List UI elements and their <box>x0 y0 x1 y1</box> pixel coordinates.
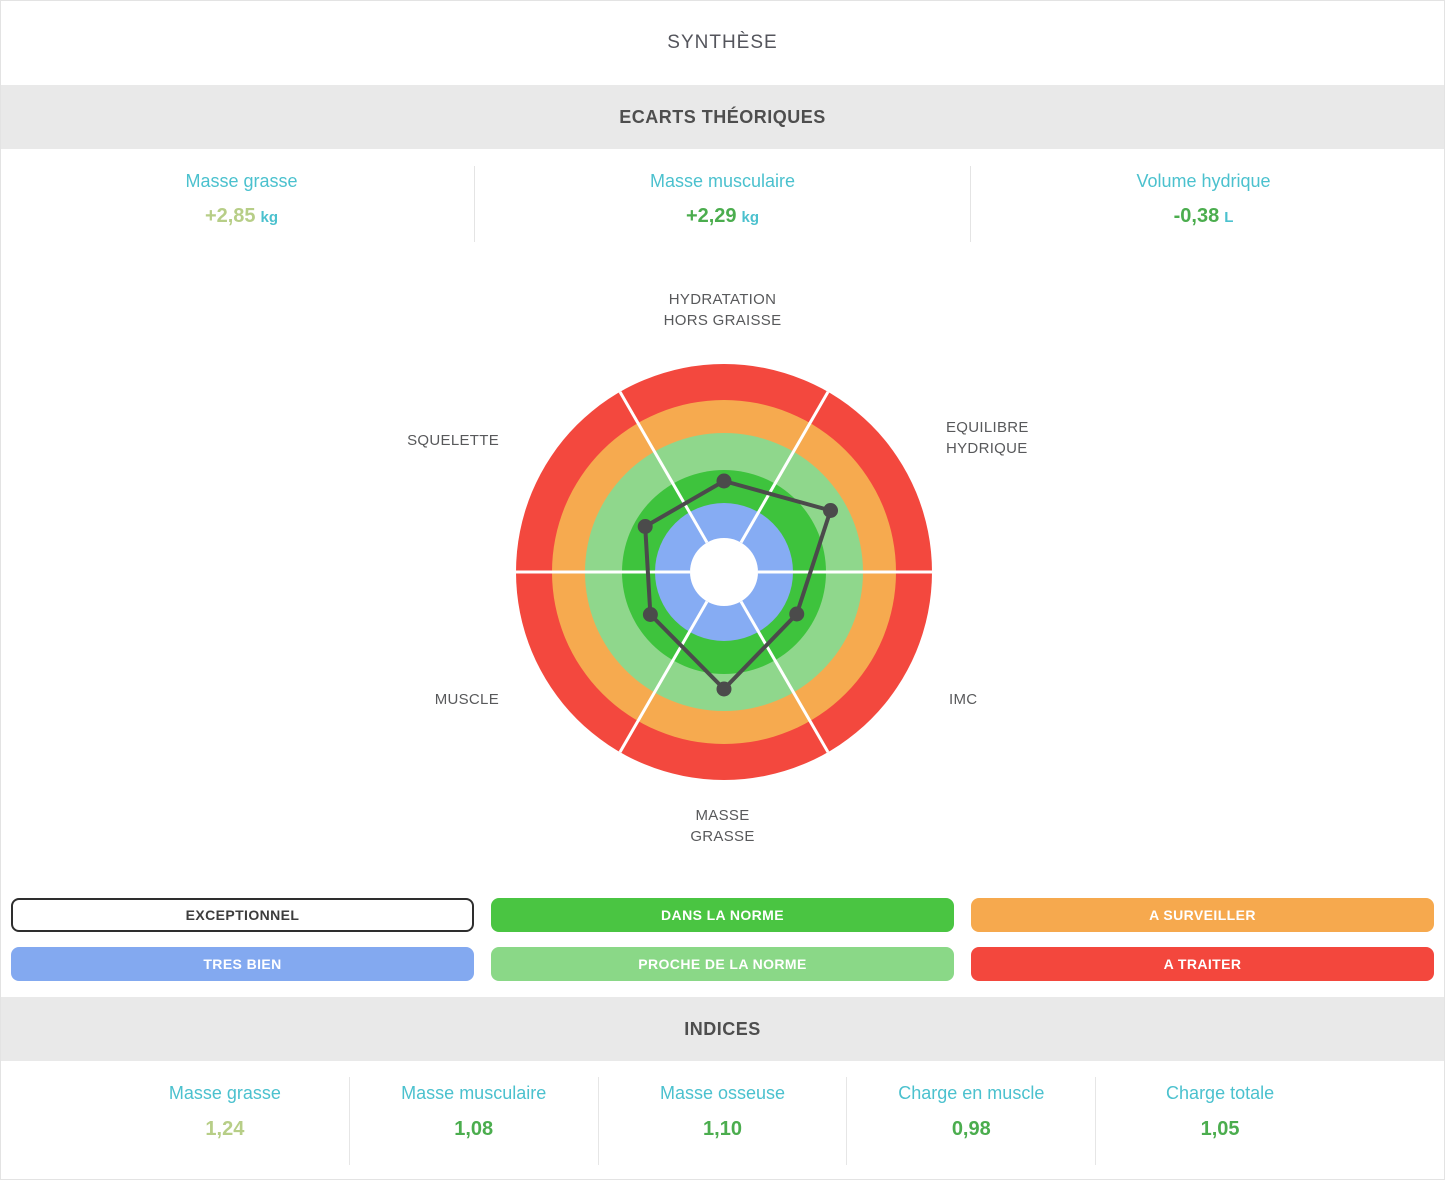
legend-button-a-surveiller[interactable]: A SURVEILLER <box>971 898 1434 932</box>
ecarts-section-title: ECARTS THÉORIQUES <box>619 107 826 128</box>
index-value: 1,24 <box>101 1118 349 1141</box>
radar-label-equilibre-hydrique: EQUILIBRE HYDRIQUE <box>946 417 1029 459</box>
legend-button-tres-bien[interactable]: TRES BIEN <box>11 947 474 981</box>
metric-value-number: +2,85 <box>205 205 256 227</box>
metric-masse-grasse: Masse grasse +2,85 kg <box>1 149 482 249</box>
radar-label-hydratation-hors-graisse: HYDRATATION HORS GRAISSE <box>1 289 1444 331</box>
legend: EXCEPTIONNEL DANS LA NORME A SURVEILLER … <box>11 898 1434 981</box>
metric-value-unit: L <box>1224 209 1233 226</box>
metric-value: +2,29 kg <box>482 205 963 228</box>
index-masse-musculaire: Masse musculaire 1,08 <box>350 1077 599 1165</box>
index-value-number: 1,08 <box>454 1118 493 1140</box>
index-value: 0,98 <box>847 1118 1095 1141</box>
index-value-number: 1,05 <box>1201 1118 1240 1140</box>
index-value-number: 1,24 <box>205 1118 244 1140</box>
index-value: 1,05 <box>1096 1118 1344 1141</box>
index-value-number: 0,98 <box>952 1118 991 1140</box>
index-label: Charge totale <box>1096 1083 1344 1104</box>
metric-masse-musculaire: Masse musculaire +2,29 kg <box>482 149 963 249</box>
index-label: Masse grasse <box>101 1083 349 1104</box>
index-masse-grasse: Masse grasse 1,24 <box>101 1077 350 1165</box>
radar-label-muscle: MUSCLE <box>435 689 499 710</box>
indices-section-title: INDICES <box>684 1019 761 1040</box>
metric-value: -0,38L <box>963 205 1444 228</box>
metric-value-unit: kg <box>742 209 760 226</box>
index-label: Masse musculaire <box>350 1083 598 1104</box>
index-label: Masse osseuse <box>599 1083 847 1104</box>
radar-label-squelette: SQUELETTE <box>407 430 499 451</box>
index-value: 1,08 <box>350 1118 598 1141</box>
metric-label: Masse grasse <box>1 171 482 192</box>
synthese-page: SYNTHÈSE ECARTS THÉORIQUES Masse grasse … <box>1 1 1444 1179</box>
index-masse-osseuse: Masse osseuse 1,10 <box>599 1077 848 1165</box>
radar-label-imc: IMC <box>949 689 977 710</box>
ecarts-metrics-row: Masse grasse +2,85 kg Masse musculaire +2… <box>1 149 1444 249</box>
metric-label: Masse musculaire <box>482 171 963 192</box>
index-value: 1,10 <box>599 1118 847 1141</box>
radar-chart-svg <box>504 352 944 792</box>
indices-section-band: INDICES <box>1 997 1444 1061</box>
column-divider <box>970 166 971 242</box>
page-header: SYNTHÈSE <box>1 1 1444 85</box>
metric-value: +2,85 kg <box>1 205 482 228</box>
index-charge-totale: Charge totale 1,05 <box>1096 1077 1344 1165</box>
column-divider <box>474 166 475 242</box>
ecarts-section-band: ECARTS THÉORIQUES <box>1 85 1444 149</box>
metric-label: Volume hydrique <box>963 171 1444 192</box>
index-charge-en-muscle: Charge en muscle 0,98 <box>847 1077 1096 1165</box>
page-title: SYNTHÈSE <box>667 32 777 54</box>
legend-button-a-traiter[interactable]: A TRAITER <box>971 947 1434 981</box>
metric-value-unit: kg <box>261 209 279 226</box>
metric-value-number: -0,38 <box>1174 205 1220 227</box>
radar-chart-area: HYDRATATION HORS GRAISSE EQUILIBRE HYDRI… <box>1 249 1444 889</box>
indices-metrics-row: Masse grasse 1,24 Masse musculaire 1,08 … <box>1 1061 1444 1165</box>
index-label: Charge en muscle <box>847 1083 1095 1104</box>
legend-button-exceptionnel[interactable]: EXCEPTIONNEL <box>11 898 474 932</box>
legend-button-dans-la-norme[interactable]: DANS LA NORME <box>491 898 954 932</box>
radar-label-masse-grasse: MASSE GRASSE <box>1 805 1444 847</box>
index-value-number: 1,10 <box>703 1118 742 1140</box>
metric-volume-hydrique: Volume hydrique -0,38L <box>963 149 1444 249</box>
metric-value-number: +2,29 <box>686 205 737 227</box>
legend-button-proche-de-la-norme[interactable]: PROCHE DE LA NORME <box>491 947 954 981</box>
